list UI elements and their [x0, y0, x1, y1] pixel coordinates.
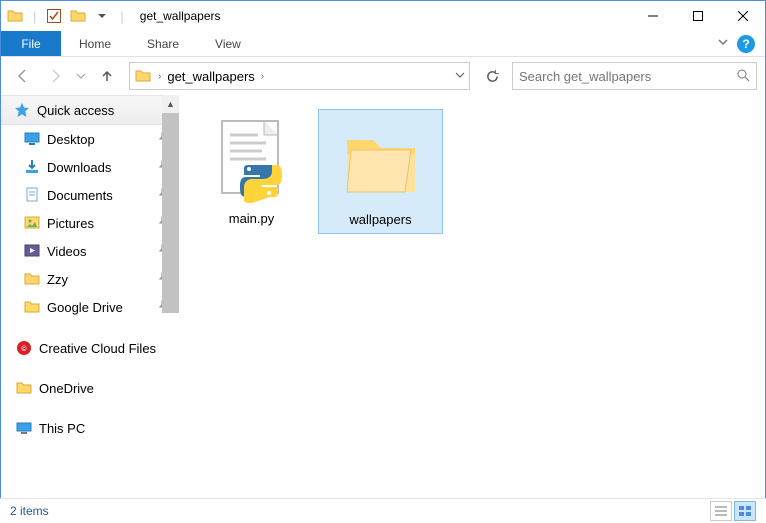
file-label: main.py [229, 211, 275, 226]
sidebar-item-label: OneDrive [39, 381, 94, 396]
scrollbar-thumb[interactable] [162, 113, 179, 313]
sidebar-item-label: Documents [47, 188, 113, 203]
folder-icon [15, 379, 33, 397]
address-dropdown-icon[interactable] [455, 70, 465, 83]
folder-icon [134, 67, 152, 85]
tab-share[interactable]: Share [129, 31, 197, 56]
file-item-wallpapers[interactable]: wallpapers [318, 109, 443, 234]
sidebar-item-documents[interactable]: Documents [1, 181, 179, 209]
maximize-button[interactable] [675, 1, 720, 31]
sidebar-group-onedrive[interactable]: OneDrive [1, 373, 179, 403]
separator: | [33, 9, 36, 24]
tab-home[interactable]: Home [61, 31, 129, 56]
tab-view[interactable]: View [197, 31, 259, 56]
downloads-icon [23, 158, 41, 176]
desktop-icon [23, 130, 41, 148]
icons-view-button[interactable] [734, 501, 756, 521]
cc-icon: © [15, 339, 33, 357]
close-button[interactable] [720, 1, 765, 31]
address-segment[interactable]: get_wallpapers [167, 69, 254, 84]
file-list[interactable]: main.py wallpapers [179, 95, 765, 495]
folder-small-icon[interactable] [70, 8, 86, 24]
sidebar-item-desktop[interactable]: Desktop [1, 125, 179, 153]
sidebar-item-label: Videos [47, 244, 87, 259]
file-item-main-py[interactable]: main.py [189, 109, 314, 234]
sidebar-item-pictures[interactable]: Pictures [1, 209, 179, 237]
minimize-button[interactable] [630, 1, 675, 31]
folder-icon [23, 298, 41, 316]
back-button[interactable] [9, 62, 37, 90]
file-tab[interactable]: File [1, 31, 61, 56]
help-icon[interactable]: ? [737, 35, 755, 53]
file-label: wallpapers [349, 212, 411, 227]
folder-icon [7, 8, 23, 24]
recent-dropdown-icon[interactable] [73, 62, 89, 90]
sidebar-item-label: Google Drive [47, 300, 123, 315]
content-area: ▲ Quick access Desktop Downloads Documents… [1, 95, 765, 495]
videos-icon [23, 242, 41, 260]
checkbox-icon[interactable] [46, 8, 62, 24]
scrollbar-up-icon[interactable]: ▲ [162, 95, 179, 113]
separator: | [120, 9, 123, 24]
documents-icon [23, 186, 41, 204]
folder-icon [23, 270, 41, 288]
sidebar-item-google-drive[interactable]: Google Drive [1, 293, 179, 321]
sidebar-item-videos[interactable]: Videos [1, 237, 179, 265]
details-view-button[interactable] [710, 501, 732, 521]
pc-icon [15, 419, 33, 437]
ribbon: File Home Share View ? [1, 31, 765, 57]
search-input[interactable] [519, 69, 736, 84]
star-icon [13, 101, 31, 119]
svg-text:©: © [21, 345, 27, 353]
status-text: 2 items [10, 504, 49, 518]
sidebar-quick-access[interactable]: Quick access [1, 95, 179, 125]
sidebar-item-label: This PC [39, 421, 85, 436]
sidebar-group-creative-cloud-files[interactable]: © Creative Cloud Files [1, 333, 179, 363]
sidebar-item-label: Zzy [47, 272, 68, 287]
dropdown-icon[interactable] [94, 8, 110, 24]
folder-icon [337, 118, 425, 206]
sidebar-item-label: Desktop [47, 132, 95, 147]
chevron-right-icon[interactable]: › [158, 71, 161, 82]
sidebar-item-label: Creative Cloud Files [39, 341, 156, 356]
ribbon-expand-icon[interactable] [717, 36, 729, 51]
forward-button[interactable] [41, 62, 69, 90]
up-button[interactable] [93, 62, 121, 90]
sidebar-item-label: Downloads [47, 160, 111, 175]
nav-row: › get_wallpapers › [1, 57, 765, 95]
sidebar-group-this-pc[interactable]: This PC [1, 413, 179, 443]
sidebar-item-label: Quick access [37, 103, 114, 118]
sidebar-item-downloads[interactable]: Downloads [1, 153, 179, 181]
search-box[interactable] [512, 62, 757, 90]
address-bar[interactable]: › get_wallpapers › [129, 62, 470, 90]
window-title: get_wallpapers [140, 9, 221, 23]
status-bar: 2 items [0, 498, 766, 523]
python-file-icon [208, 117, 296, 205]
sidebar-item-zzy[interactable]: Zzy [1, 265, 179, 293]
refresh-button[interactable] [478, 62, 506, 90]
search-icon[interactable] [736, 68, 750, 85]
titlebar: | | get_wallpapers [1, 1, 765, 31]
pictures-icon [23, 214, 41, 232]
sidebar-item-label: Pictures [47, 216, 94, 231]
chevron-right-icon[interactable]: › [261, 71, 264, 82]
sidebar: ▲ Quick access Desktop Downloads Documents… [1, 95, 179, 495]
